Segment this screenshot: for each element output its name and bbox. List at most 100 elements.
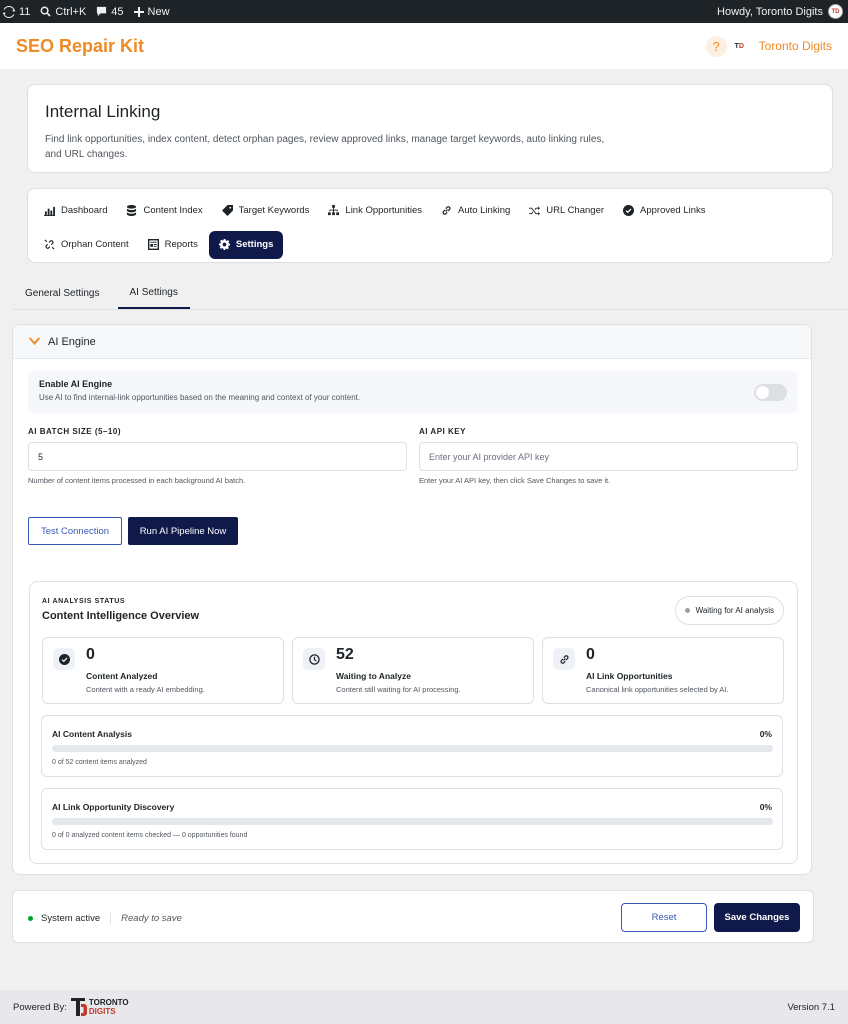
page-description: Find link opportunities, index content, … (45, 134, 605, 160)
nav-auto-linking[interactable]: Auto Linking (433, 197, 518, 225)
nav-label: Link Opportunities (345, 205, 422, 216)
status-kicker: AI ANALYSIS STATUS (42, 598, 126, 605)
nav-label: Approved Links (640, 205, 706, 216)
nav-approved-links[interactable]: Approved Links (615, 197, 713, 225)
page-intro-card: Internal Linking Find link opportunities… (27, 84, 833, 173)
nav-row-1: Dashboard Content Index Target Keywords … (36, 195, 824, 226)
account-name[interactable]: Toronto Digits (759, 39, 832, 53)
updates-menu[interactable]: 11 (0, 0, 37, 23)
nav-url-changer[interactable]: URL Changer (521, 197, 612, 225)
nav-label: Settings (235, 239, 274, 250)
help-icon[interactable]: ? (705, 35, 727, 57)
clock-icon (303, 648, 325, 670)
search-shortcut[interactable]: Ctrl+K (37, 0, 93, 23)
refresh-icon (3, 5, 15, 18)
nav-label: Dashboard (61, 205, 108, 216)
enable-ai-row: Enable AI Engine Use AI to find internal… (28, 371, 798, 413)
search-icon (40, 6, 52, 17)
search-shortcut-label: Ctrl+K (55, 5, 87, 18)
nav-dashboard[interactable]: Dashboard (36, 197, 115, 225)
save-bar: System active Ready to save Reset Save C… (12, 890, 814, 943)
link-icon (553, 648, 575, 670)
progress-title: AI Link Opportunity Discovery (52, 802, 175, 812)
new-content-menu[interactable]: New (131, 0, 177, 23)
nav-link-opportunities[interactable]: Link Opportunities (320, 197, 430, 225)
stat-ai-link-opportunities: 0 AI Link Opportunities Canonical link o… (542, 637, 784, 704)
api-key-help: Enter your AI API key, then click Save C… (419, 476, 611, 485)
reset-button[interactable]: Reset (621, 903, 707, 932)
database-icon (127, 205, 137, 216)
save-changes-button[interactable]: Save Changes (714, 903, 800, 932)
broken-link-icon (44, 239, 55, 250)
nav-row-2: Orphan Content Reports Settings (36, 229, 824, 260)
powered-by-label: Powered By: (13, 1001, 67, 1013)
stat-description: Content with a ready AI embedding. (86, 685, 205, 694)
report-icon (147, 239, 159, 250)
nav-label: URL Changer (546, 205, 605, 216)
plugin-footer: Powered By: TORONTO DIGITS Version 7.1 (0, 990, 848, 1024)
progress-note: 0 of 52 content items analyzed (52, 759, 147, 766)
td-logo-icon (70, 998, 87, 1016)
progress-percent: 0% (759, 729, 772, 739)
tab-general-settings[interactable]: General Settings (13, 278, 112, 309)
system-status-label: System active (41, 912, 101, 924)
nav-reports[interactable]: Reports (140, 231, 206, 259)
logo-line-2: DIGITS (88, 1007, 116, 1016)
company-logo: TD (734, 42, 744, 50)
status-badge: Waiting for AI analysis (674, 596, 784, 625)
check-circle-icon (623, 205, 635, 216)
batch-size-label: AI BATCH SIZE (5–10) (28, 427, 121, 436)
batch-size-help: Number of content items processed in eac… (28, 476, 246, 485)
save-state-label: Ready to save (121, 912, 182, 924)
divider (110, 912, 112, 924)
stat-label: Waiting to Analyze (336, 671, 411, 681)
stat-label: AI Link Opportunities (586, 671, 673, 681)
howdy-text: Howdy, Toronto Digits (717, 5, 823, 18)
run-ai-pipeline-button[interactable]: Run AI Pipeline Now (128, 517, 238, 545)
account-menu[interactable]: Howdy, Toronto Digits TD (717, 4, 848, 19)
status-dot-icon (684, 608, 690, 613)
nav-label: Reports (164, 239, 198, 250)
plugin-header: SEO Repair Kit ? TD Toronto Digits (0, 23, 848, 69)
progress-percent: 0% (759, 802, 772, 812)
stat-description: Content still waiting for AI processing. (336, 685, 461, 694)
tab-ai-settings[interactable]: AI Settings (117, 278, 190, 309)
nav-label: Content Index (143, 205, 203, 216)
progress-note: 0 of 0 analyzed content items checked — … (52, 832, 248, 839)
test-connection-button[interactable]: Test Connection (28, 517, 122, 545)
stat-value: 52 (336, 646, 354, 663)
gear-icon (218, 239, 230, 250)
stat-value: 0 (586, 646, 595, 663)
nav-label: Orphan Content (61, 239, 129, 250)
stat-content-analyzed: 0 Content Analyzed Content with a ready … (42, 637, 284, 704)
ai-engine-header[interactable]: AI Engine (13, 325, 811, 359)
enable-ai-description: Use AI to find internal-link opportuniti… (39, 393, 361, 402)
check-circle-icon (53, 648, 75, 670)
nav-settings[interactable]: Settings (208, 230, 284, 259)
stat-value: 0 (86, 646, 95, 663)
api-key-label: AI API KEY (419, 427, 466, 436)
progress-ai-content-analysis: AI Content Analysis 0% 0 of 52 content i… (41, 715, 783, 777)
plus-icon (133, 6, 144, 17)
enable-ai-toggle[interactable] (754, 384, 787, 401)
nav-target-keywords[interactable]: Target Keywords (214, 197, 318, 225)
link-icon (442, 206, 451, 215)
page-title: Internal Linking (45, 102, 161, 121)
module-nav: Dashboard Content Index Target Keywords … (27, 188, 833, 263)
system-status: System active Ready to save (28, 912, 182, 924)
updates-count: 11 (19, 5, 31, 18)
batch-size-input[interactable] (28, 442, 407, 471)
nav-orphan-content[interactable]: Orphan Content (36, 231, 137, 259)
settings-subtabs: General Settings AI Settings (13, 278, 848, 310)
ai-engine-title: AI Engine (48, 335, 96, 348)
nav-content-index[interactable]: Content Index (118, 197, 210, 225)
ai-engine-panel: AI Engine Enable AI Engine Use AI to fin… (12, 324, 812, 875)
new-label: New (147, 5, 170, 18)
chart-icon (44, 206, 55, 216)
status-title: Content Intelligence Overview (42, 610, 200, 622)
api-key-input[interactable] (419, 442, 798, 471)
ai-status-card: AI ANALYSIS STATUS Content Intelligence … (29, 581, 798, 864)
comments-menu[interactable]: 45 (93, 0, 130, 23)
plugin-brand: SEO Repair Kit (16, 35, 145, 56)
logo-line-1: TORONTO (88, 998, 129, 1007)
